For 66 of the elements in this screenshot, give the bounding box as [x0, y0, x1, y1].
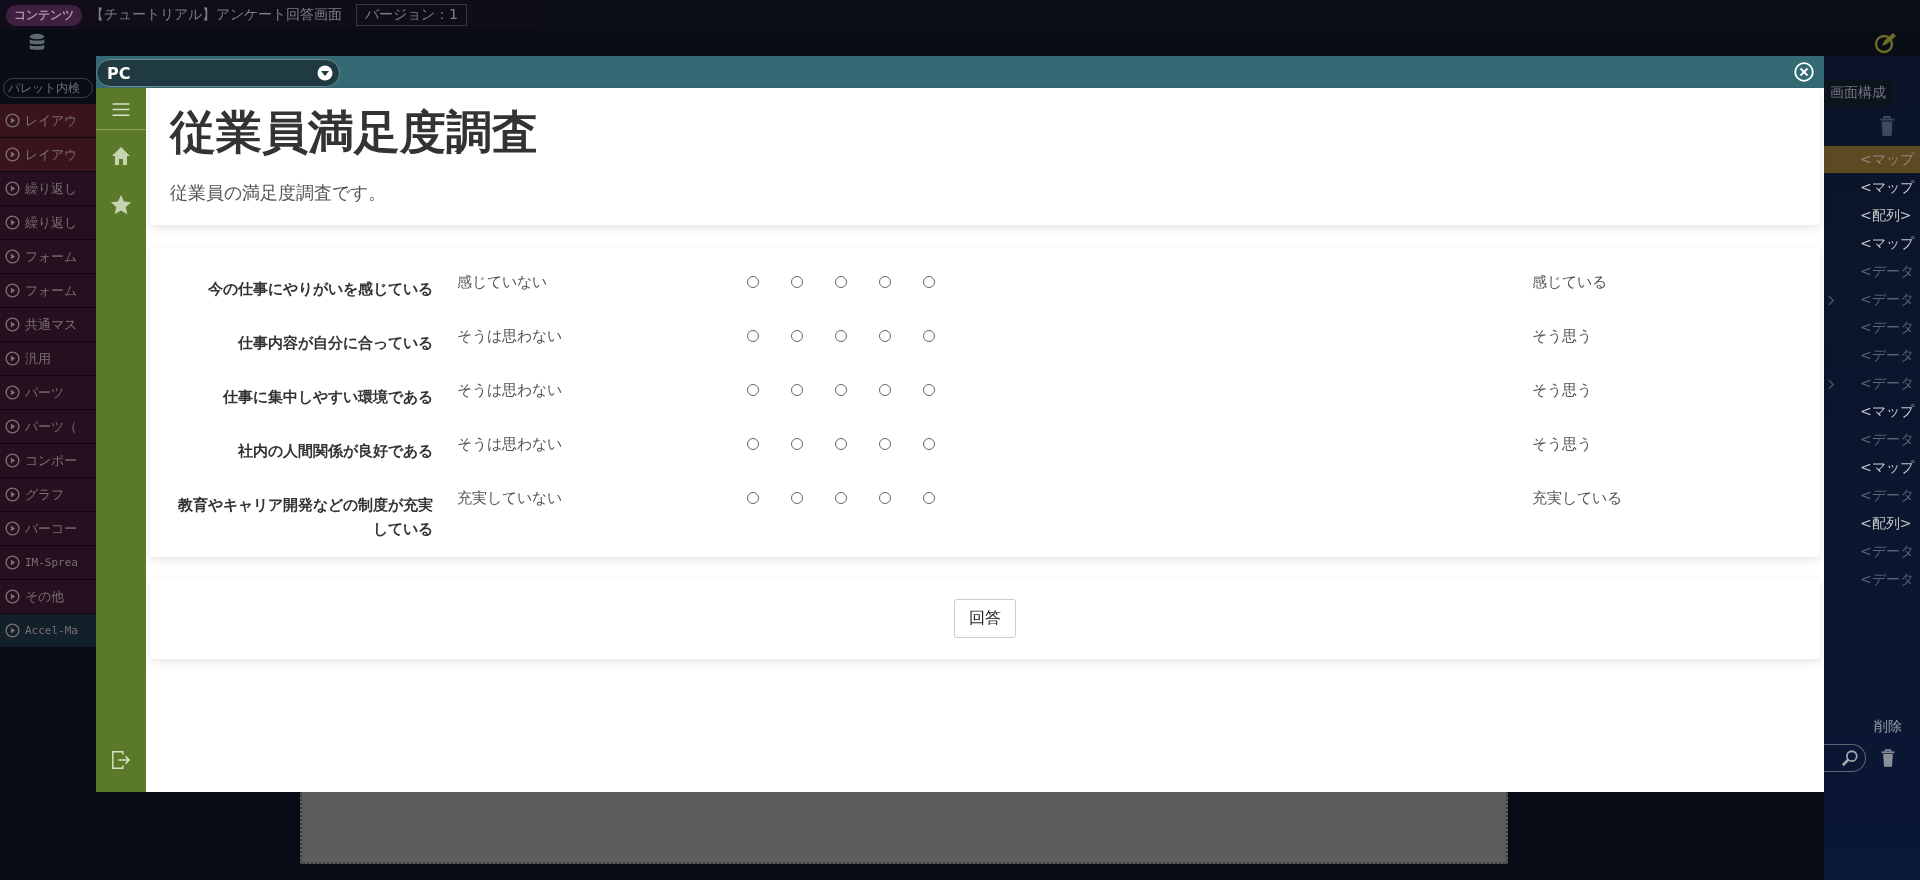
- scale-low-label: 感じていない: [456, 271, 548, 292]
- scale-high-label: そう思う: [1532, 325, 1592, 346]
- palette-item[interactable]: レイアウ: [0, 104, 96, 138]
- screen-structure-tab[interactable]: 画面構成: [1824, 80, 1892, 106]
- logout-icon[interactable]: [111, 750, 131, 770]
- question-label: 教育やキャリア開発などの制度が充実している: [177, 494, 433, 540]
- play-icon: [5, 623, 20, 638]
- play-icon: [5, 589, 20, 604]
- palette-item[interactable]: パーツ（: [0, 410, 96, 444]
- scale-low-label: 充実していない: [456, 487, 563, 508]
- scale-low-label: そうは思わない: [456, 379, 563, 400]
- palette-item[interactable]: 汎用: [0, 342, 96, 376]
- home-icon[interactable]: [111, 146, 131, 166]
- question-label: 今の仕事にやりがいを感じている: [207, 278, 433, 300]
- scale-high-label: そう思う: [1532, 433, 1592, 454]
- scale-low-label: そうは思わない: [456, 325, 563, 346]
- palette-item[interactable]: その他: [0, 580, 96, 614]
- question-label: 仕事内容が自分に合っている: [236, 332, 433, 354]
- play-icon: [5, 283, 20, 298]
- question-label: 社内の人間関係が良好である: [237, 440, 433, 462]
- palette-item[interactable]: 共通マス: [0, 308, 96, 342]
- star-icon[interactable]: [110, 194, 132, 216]
- palette-item[interactable]: 繰り返し: [0, 206, 96, 240]
- device-select[interactable]: PC: [96, 59, 340, 87]
- scale-high-label: そう思う: [1532, 379, 1592, 400]
- play-icon: [5, 555, 20, 570]
- play-icon: [5, 113, 20, 128]
- palette-item[interactable]: IM-Sprea: [0, 546, 96, 580]
- screen-title: 【チュートリアル】アンケート回答画面: [90, 6, 342, 24]
- scale-low-label: そうは思わない: [456, 433, 563, 454]
- palette-item[interactable]: フォーム: [0, 240, 96, 274]
- scale-high-label: 充実している: [1532, 487, 1622, 508]
- survey-title: 従業員満足度調査: [170, 106, 539, 159]
- trash-icon[interactable]: [1880, 748, 1896, 768]
- play-icon: [5, 317, 20, 332]
- palette-item[interactable]: コンポー: [0, 444, 96, 478]
- palette-item[interactable]: フォーム: [0, 274, 96, 308]
- question-label: 仕事に集中しやすい環境である: [221, 386, 433, 408]
- dropdown-icon: [317, 65, 333, 81]
- palette-item[interactable]: Accel-Ma: [0, 614, 96, 648]
- submit-button[interactable]: 回答: [954, 599, 1016, 639]
- play-icon: [5, 521, 20, 536]
- menu-icon[interactable]: [111, 102, 131, 117]
- close-icon[interactable]: [1794, 62, 1814, 82]
- play-icon: [5, 385, 20, 400]
- play-icon: [5, 181, 20, 196]
- palette-search-field[interactable]: パレット内検: [3, 78, 93, 98]
- content-tag: コンテンツ: [6, 4, 82, 26]
- version-label: バージョン：1: [356, 4, 467, 26]
- survey-description: 従業員の満足度調査です。: [170, 180, 387, 205]
- play-icon: [5, 453, 20, 468]
- palette-item[interactable]: バーコー: [0, 512, 96, 546]
- delete-label: 削除: [1874, 718, 1903, 736]
- palette-item[interactable]: レイアウ: [0, 138, 96, 172]
- play-icon: [5, 351, 20, 366]
- tree-row[interactable]: <マップ: [1824, 146, 1920, 174]
- palette-item[interactable]: グラフ: [0, 478, 96, 512]
- scale-high-label: 感じている: [1532, 271, 1607, 292]
- palette-item[interactable]: 繰り返し: [0, 172, 96, 206]
- play-icon: [5, 419, 20, 434]
- play-icon: [5, 487, 20, 502]
- palette-item[interactable]: パーツ: [0, 376, 96, 410]
- search-icon: [1841, 749, 1859, 767]
- play-icon: [5, 215, 20, 230]
- play-icon: [5, 249, 20, 264]
- play-icon: [5, 147, 20, 162]
